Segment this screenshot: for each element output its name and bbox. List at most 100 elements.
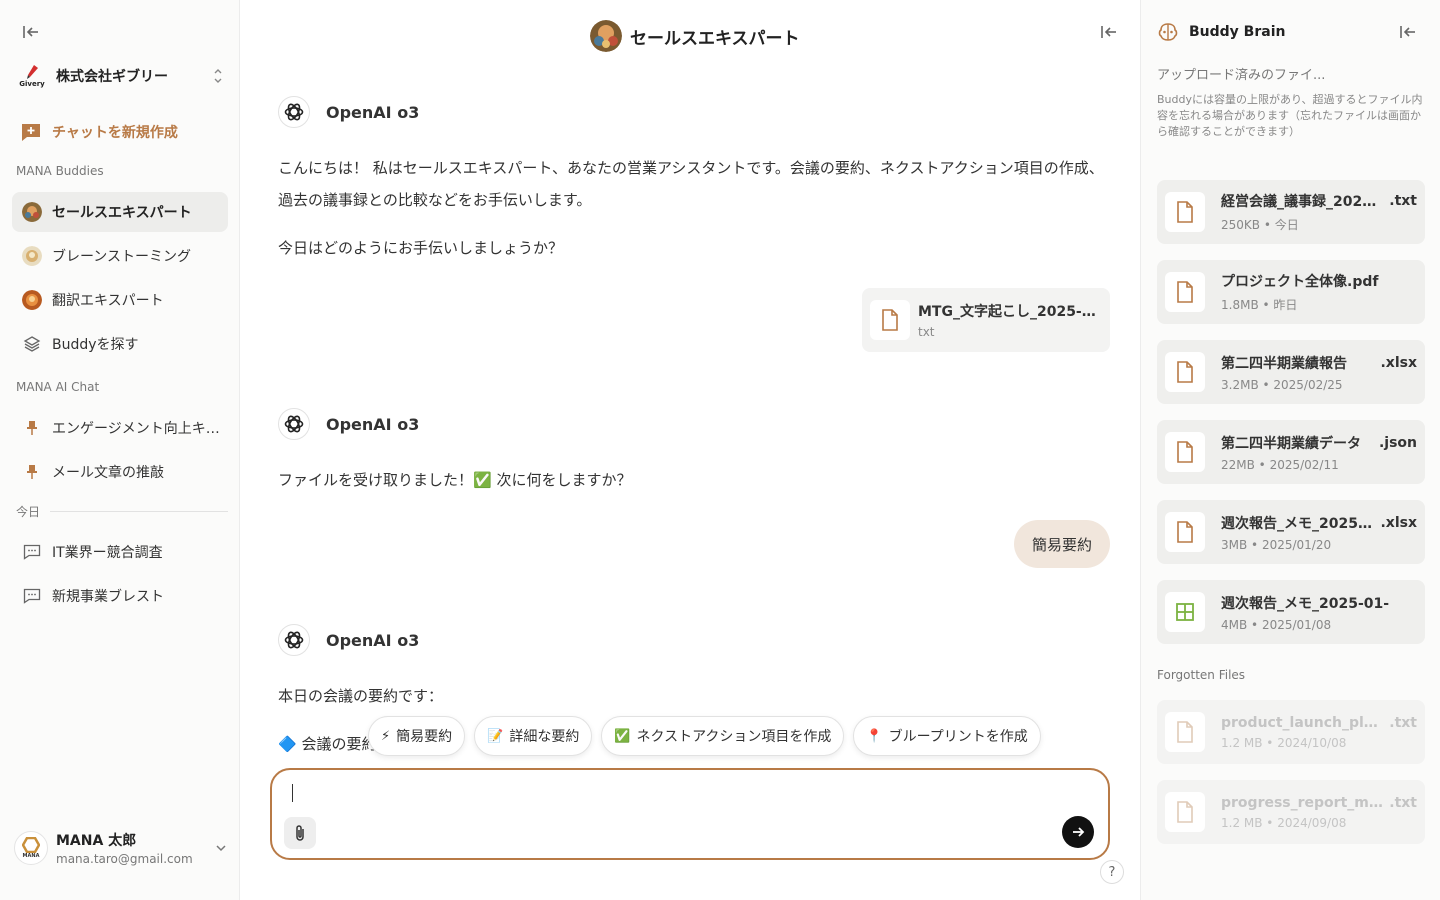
file-name: 週次報告_メモ_2025-02-03: [1221, 515, 1376, 532]
file-icon: [1165, 272, 1205, 312]
today-label: 今日: [16, 505, 41, 519]
chip-blueprint[interactable]: 📍 ブループリントを作成: [853, 716, 1041, 756]
chip-next-actions[interactable]: ✅ ネクストアクション項目を作成: [601, 716, 845, 756]
sidebar-item-translation-expert[interactable]: 翻訳エキスパート: [12, 280, 228, 320]
message-composer[interactable]: [270, 768, 1110, 860]
sidebar-item-find-buddy[interactable]: Buddyを探す: [12, 324, 228, 364]
file-size: 22MB: [1221, 457, 1255, 472]
file-size: 1.8MB: [1221, 298, 1259, 312]
chat-main: セールスエキスパート OpenAI o3 こんにちは！ 私はセールスエキスパート…: [240, 0, 1140, 900]
chevron-updown-icon: [214, 69, 222, 83]
check-icon: ✅: [614, 728, 631, 744]
translation-expert-avatar-icon: [22, 290, 42, 310]
file-name: 第二四半期業績データ: [1221, 435, 1361, 452]
file-icon: [1165, 712, 1205, 752]
forgotten-file-item[interactable]: progress_report_meeting_2024.txt 1.2 MB …: [1157, 780, 1425, 844]
ai-chat-section-label: MANA AI Chat: [16, 380, 100, 394]
bot-message-text: ファイルを受け取りました！✅ 次に何をしますか？: [278, 471, 632, 489]
sidebar-item-brainstorming[interactable]: ブレーンストーミング: [12, 236, 228, 276]
attach-button[interactable]: [284, 817, 316, 849]
file-date: 今日: [1274, 218, 1299, 232]
forgotten-file-item[interactable]: product_launch_planning_2024.txt 1.2 MB …: [1157, 700, 1425, 764]
chip-quick-summary[interactable]: ⚡ 簡易要約: [368, 716, 466, 756]
bot-message-text: 本日の会議の要約です：: [278, 687, 444, 705]
sidebar-item-chat-new-business[interactable]: 新規事業ブレスト: [12, 576, 228, 616]
collapse-right-panel-icon[interactable]: [1397, 22, 1419, 42]
new-chat-button[interactable]: チャットを新規作成: [12, 114, 228, 150]
sidebar-item-label: ブレーンストーミング: [52, 249, 192, 265]
model-name: OpenAI o3: [326, 414, 420, 434]
file-icon: [1165, 352, 1205, 392]
buddy-brain-panel: Buddy Brain アップロード済みのファイ... Buddyには容量の上限…: [1140, 0, 1440, 900]
sidebar-item-label: 新規事業ブレスト: [52, 589, 164, 605]
sidebar-item-label: IT業界ー競合調査: [52, 545, 163, 561]
model-name: OpenAI o3: [326, 102, 420, 122]
file-item[interactable]: 第二四半期業績データ .json 22MB • 2025/02/11: [1157, 420, 1425, 484]
user-email: mana.taro@gmail.com: [56, 852, 193, 866]
collapse-panel-icon[interactable]: [1098, 22, 1120, 42]
user-menu[interactable]: MANA MANA 太郎 mana.taro@gmail.com: [14, 826, 228, 870]
panel-header: Buddy Brain: [1157, 20, 1285, 44]
chip-label: ネクストアクション項目を作成: [636, 729, 832, 745]
file-item[interactable]: 週次報告_メモ_2025-02-03.xlsx 3MB • 2025/01/20: [1157, 500, 1425, 564]
bot-header: OpenAI o3: [278, 624, 419, 656]
sidebar-item-label: Buddyを探す: [52, 337, 139, 353]
file-item[interactable]: 第二四半期業績報告 .xlsx 3.2MB • 2025/02/25: [1157, 340, 1425, 404]
sales-expert-avatar-icon: [22, 202, 42, 222]
file-ext: .json: [1378, 434, 1417, 451]
bot-header: OpenAI o3: [278, 408, 419, 440]
file-size: 4MB: [1221, 617, 1248, 632]
sidebar-item-pinned-email[interactable]: メール文章の推敲: [12, 452, 228, 492]
sidebar-item-label: 翻訳エキスパート: [52, 293, 164, 309]
suggestion-chips: ⚡ 簡易要約 📝 詳細な要約 ✅ ネクストアクション項目を作成 📍 ブループリン…: [368, 716, 1041, 756]
file-name: 経営会議_議事録_2025-03-05: [1221, 194, 1385, 210]
help-button[interactable]: ?: [1100, 860, 1124, 884]
sidebar-item-chat-it-research[interactable]: IT業界ー競合調査: [12, 532, 228, 572]
file-item[interactable]: 週次報告_メモ_2025-01- 4MB • 2025/01/08: [1157, 580, 1425, 644]
file-date: 2025/01/08: [1261, 617, 1332, 632]
sidebar-item-label: メール文章の推敲: [52, 465, 164, 481]
memo-icon: 📝: [487, 728, 504, 744]
title-text: セールスエキスパート: [630, 28, 800, 49]
collapse-sidebar-icon[interactable]: [20, 22, 42, 42]
new-chat-label: チャットを新規作成: [52, 125, 178, 141]
openai-logo-icon: [278, 408, 310, 440]
today-divider: 今日: [16, 503, 228, 520]
file-size: 250KB: [1221, 218, 1261, 232]
sidebar-item-pinned-engagement[interactable]: エンゲージメント向上キャンペーン: [12, 408, 228, 448]
org-switcher[interactable]: Givery 株式会社ギブリー: [16, 60, 224, 92]
chip-label: 簡易要約: [396, 729, 453, 745]
avatar-text: MANA: [22, 853, 40, 859]
file-date: 2025/01/20: [1261, 537, 1332, 552]
bot-message-text: こんにちは！ 私はセールスエキスパート、あなたの営業アシスタントです。会議の要約…: [278, 159, 1104, 209]
pin-icon: [22, 462, 42, 482]
file-item[interactable]: 経営会議_議事録_2025-03-05.txt 250KB • 今日: [1157, 180, 1425, 244]
bot-message-text: 今日はどのようにお手伝いしましょうか？: [278, 239, 564, 257]
attached-file-card[interactable]: MTG_文字起こし_2025-03-05.txt txt: [862, 288, 1110, 352]
file-icon: [1165, 792, 1205, 832]
chip-detailed-summary[interactable]: 📝 詳細な要約: [474, 716, 593, 756]
file-icon: [870, 300, 910, 340]
sidebar-item-sales-expert[interactable]: セールスエキスパート: [12, 192, 228, 232]
file-ext: .txt: [1389, 193, 1417, 209]
givery-logo: Givery: [16, 60, 48, 92]
file-date: 2025/02/25: [1273, 377, 1343, 392]
pin-icon: [22, 418, 42, 438]
sales-expert-avatar-icon: [590, 20, 622, 52]
page-title: セールスエキスパート: [590, 20, 800, 52]
forgotten-files-label: Forgotten Files: [1157, 668, 1246, 682]
divider-line: [50, 511, 228, 512]
file-ext: .txt: [1389, 714, 1417, 731]
panel-title: Buddy Brain: [1189, 24, 1286, 40]
lightning-icon: ⚡: [381, 728, 391, 744]
chat-bubble-icon: [22, 586, 42, 606]
file-item[interactable]: プロジェクト全体像.pdf 1.8MB • 昨日: [1157, 260, 1425, 324]
file-size: 3MB: [1221, 537, 1248, 552]
attached-file-ext: txt: [918, 325, 935, 339]
openai-logo-icon: [278, 624, 310, 656]
send-button[interactable]: [1062, 816, 1094, 848]
org-logo-text: Givery: [19, 80, 45, 88]
text-caret: [292, 784, 293, 802]
file-size: 3.2MB: [1221, 377, 1259, 392]
file-date: 2024/09/08: [1277, 815, 1347, 830]
